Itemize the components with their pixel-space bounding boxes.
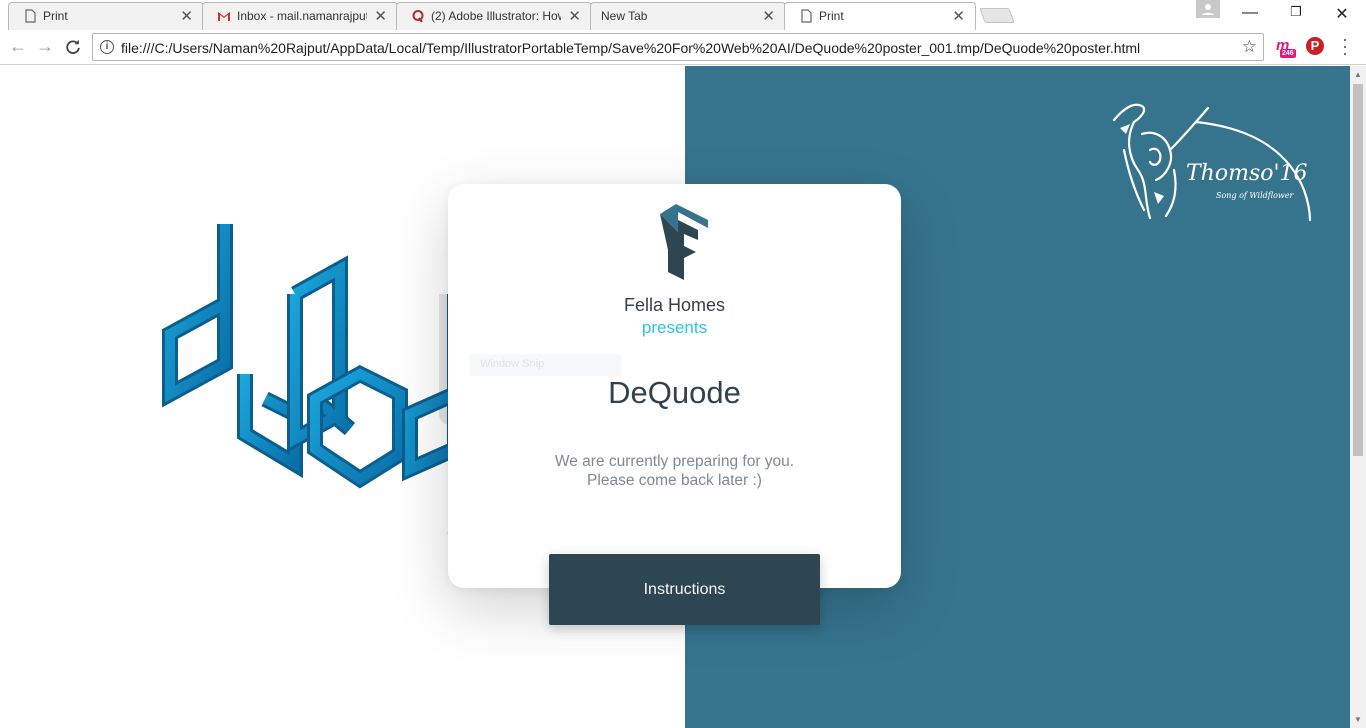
scrollbar-thumb[interactable] [1353,84,1363,456]
tab-title: New Tab [601,9,648,23]
tab-title: Inbox - mail.namanrajput [237,9,367,23]
tab-title: Print [819,9,844,23]
close-tab-icon[interactable]: ✕ [568,7,581,25]
reload-icon[interactable] [63,36,83,58]
tab-quora[interactable]: (2) Adobe Illustrator: How ✕ [396,2,592,30]
thomso-logo-text: Thomso'16 [1186,161,1308,186]
close-tab-icon[interactable]: ✕ [952,7,965,25]
url-text: file:///C:/Users/Naman%20Rajput/AppData/… [121,40,1141,56]
bookmark-star-icon[interactable]: ☆ [1242,37,1257,57]
tab-new-tab[interactable]: New Tab ✕ [590,2,786,30]
profile-icon[interactable] [1196,0,1220,18]
scroll-down-arrow-icon[interactable]: ▼ [1354,715,1362,724]
company-name: Fella Homes [623,295,726,315]
tab-strip: Print ✕ Inbox - mail.namanrajput ✕ (2) A… [0,0,1366,30]
close-tab-icon[interactable]: ✕ [374,7,387,25]
restore-button[interactable]: ❐ [1276,4,1316,24]
announcement-card: Fella Homes presents Window Snip DeQuode… [448,184,901,588]
message-line-1: We are currently preparing for you. [554,453,795,470]
minimize-button[interactable]: — [1230,4,1270,24]
pinterest-icon[interactable]: P [1306,37,1324,55]
extension-badge: 246 [1280,49,1296,58]
tab-print-1[interactable]: Print ✕ [8,2,204,30]
page-icon [801,9,812,23]
page-icon [25,9,36,23]
fella-homes-logo [660,204,708,280]
thomso-logo: Thomso'16 Song of Wildflower [1112,103,1312,222]
tab-title: (2) Adobe Illustrator: How [431,9,561,23]
extension-icon[interactable]: m 246 [1276,37,1296,58]
forward-arrow-icon[interactable]: → [35,36,55,58]
tab-title: Print [43,9,68,23]
instructions-button[interactable]: Instructions [549,554,820,625]
back-arrow-icon[interactable]: ← [8,36,28,58]
scroll-up-arrow-icon[interactable]: ▲ [1354,70,1362,79]
close-tab-icon[interactable]: ✕ [180,7,193,25]
gmail-icon [218,12,230,21]
info-icon[interactable]: i [100,40,114,54]
page-viewport: Thomso'16 Song of Wildflower Fella Homes… [0,66,1366,728]
window-snip-overlay: Window Snip [470,354,622,376]
browser-toolbar: ← → i file:///C:/Users/Naman%20Rajput/Ap… [0,30,1366,65]
status-message: We are currently preparing for you. Plea… [448,452,901,490]
vertical-scrollbar[interactable]: ▲ ▼ [1350,66,1366,728]
quora-icon [412,10,424,23]
close-tab-icon[interactable]: ✕ [762,7,775,25]
event-title: DeQuode [608,375,741,410]
tab-print-active[interactable]: Print ✕ [784,2,976,30]
close-window-button[interactable]: ✕ [1322,4,1362,24]
address-bar[interactable]: i file:///C:/Users/Naman%20Rajput/AppDat… [92,33,1264,61]
presents-label: presents [641,318,708,337]
tab-inbox[interactable]: Inbox - mail.namanrajput ✕ [202,2,398,30]
message-line-2: Please come back later :) [587,472,762,489]
thomso-tagline: Song of Wildflower [1216,191,1294,200]
menu-icon[interactable]: · · · [1340,30,1350,62]
new-tab-button[interactable] [979,8,1015,23]
